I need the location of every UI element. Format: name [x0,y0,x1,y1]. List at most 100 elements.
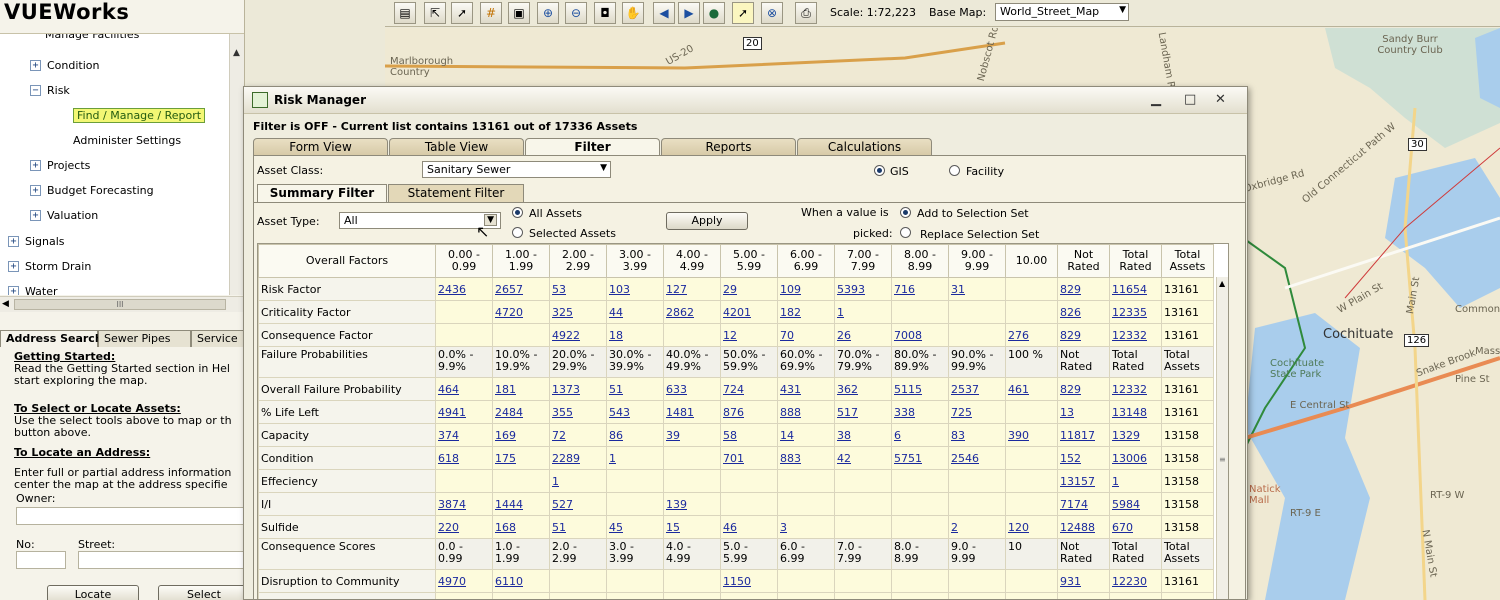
count-link[interactable]: 2289 [552,452,580,465]
apply-button[interactable]: Apply [666,212,748,230]
count-link[interactable]: 1150 [723,575,751,588]
count-link[interactable]: 11817 [1060,429,1095,442]
expand-icon[interactable]: + [30,59,41,71]
count-link[interactable]: 6 [894,429,901,442]
tab-table-view[interactable]: Table View [389,138,524,156]
count-link[interactable]: 31 [951,283,965,296]
selected-assets-radio[interactable] [512,227,523,238]
tree-item-valuation[interactable]: + Valuation [30,205,98,225]
count-link[interactable]: 2862 [666,306,694,319]
grid-icon[interactable]: # [480,2,502,24]
subtab-statement-filter[interactable]: Statement Filter [388,184,524,202]
count-link[interactable]: 4941 [438,406,466,419]
maximize-icon[interactable]: □ [1184,92,1196,107]
count-link[interactable]: 103 [609,283,630,296]
tree-item-risk[interactable]: − Risk [30,80,70,100]
count-link[interactable]: 888 [780,406,801,419]
scroll-thumb[interactable]: III [14,299,226,310]
scroll-up-icon[interactable]: ▲ [233,48,240,58]
count-link[interactable]: 45 [609,521,623,534]
tab-reports[interactable]: Reports [661,138,796,156]
tree-item-signals[interactable]: + Signals [8,231,65,251]
basemap-select[interactable]: World_Street_Map ▼ [995,3,1129,21]
tree-item-projects[interactable]: + Projects [30,155,90,175]
count-link[interactable]: 362 [837,383,858,396]
minimize-icon[interactable]: ▁ [1151,92,1161,107]
globe-icon[interactable]: ● [703,2,725,24]
count-link[interactable]: 633 [666,383,687,396]
count-link[interactable]: 4720 [495,306,523,319]
count-link[interactable]: 5984 [1112,498,1140,511]
tree-item-manage-facilities[interactable]: Manage Facilities [30,34,139,44]
full-extent-icon[interactable]: ◘ [594,2,616,24]
count-link[interactable]: 1329 [1112,429,1140,442]
tab-calculations[interactable]: Calculations [797,138,932,156]
count-link[interactable]: 120 [1008,521,1029,534]
scroll-up-icon[interactable]: ▲ [1219,279,1225,288]
count-link[interactable]: 1 [1112,475,1119,488]
count-link[interactable]: 46 [723,521,737,534]
select-pointer-icon[interactable]: ➚ [451,2,473,24]
count-link[interactable]: 276 [1008,329,1029,342]
count-link[interactable]: 670 [1112,521,1133,534]
count-link[interactable]: 390 [1008,429,1029,442]
count-link[interactable]: 15 [666,521,680,534]
count-link[interactable]: 543 [609,406,630,419]
count-link[interactable]: 716 [894,283,915,296]
count-link[interactable]: 2 [951,521,958,534]
count-link[interactable]: 883 [780,452,801,465]
count-link[interactable]: 325 [552,306,573,319]
camera-icon[interactable]: ▣ [508,2,530,24]
count-link[interactable]: 83 [951,429,965,442]
count-link[interactable]: 12488 [1060,521,1095,534]
select-button[interactable]: Select [158,585,244,600]
count-link[interactable]: 725 [951,406,972,419]
expand-icon[interactable]: + [30,184,41,196]
street-input[interactable] [78,551,244,569]
tree-horizontal-scrollbar[interactable]: ◀ III [0,296,244,312]
count-link[interactable]: 829 [1060,283,1081,296]
count-link[interactable]: 12230 [1112,575,1147,588]
gis-radio[interactable] [874,165,885,176]
count-link[interactable]: 3 [780,521,787,534]
facility-radio[interactable] [949,165,960,176]
count-link[interactable]: 876 [723,406,744,419]
count-link[interactable]: 152 [1060,452,1081,465]
pan-hand-icon[interactable]: ✋ [622,2,644,24]
count-link[interactable]: 109 [780,283,801,296]
count-link[interactable]: 1373 [552,383,580,396]
print-icon[interactable]: ⎙ [795,2,817,24]
tree-item-administer-settings[interactable]: Administer Settings [58,130,181,150]
count-link[interactable]: 431 [780,383,801,396]
count-link[interactable]: 12 [723,329,737,342]
count-link[interactable]: 829 [1060,383,1081,396]
tab-service[interactable]: Service [191,330,244,347]
count-link[interactable]: 618 [438,452,459,465]
zoom-select-icon[interactable]: ⊗ [761,2,783,24]
layers-tool-icon[interactable]: ▤ [394,2,416,24]
tab-address-search[interactable]: Address Search [0,330,103,347]
tree-item-budget-forecasting[interactable]: + Budget Forecasting [30,180,154,200]
count-link[interactable]: 51 [552,521,566,534]
expand-icon[interactable]: + [8,235,19,247]
add-to-selection-radio[interactable] [900,207,911,218]
count-link[interactable]: 169 [495,429,516,442]
locate-button[interactable]: Locate [47,585,139,600]
count-link[interactable]: 5393 [837,283,865,296]
count-link[interactable]: 5751 [894,452,922,465]
count-link[interactable]: 70 [780,329,794,342]
count-link[interactable]: 2484 [495,406,523,419]
count-link[interactable]: 13157 [1060,475,1095,488]
count-link[interactable]: 1 [552,475,559,488]
collapse-icon[interactable]: − [30,84,41,96]
count-link[interactable]: 2546 [951,452,979,465]
count-link[interactable]: 18 [609,329,623,342]
window-titlebar[interactable]: Risk Manager ▁ □ ✕ [244,87,1247,114]
count-link[interactable]: 4970 [438,575,466,588]
count-link[interactable]: 72 [552,429,566,442]
count-link[interactable]: 13148 [1112,406,1147,419]
tree-item-water[interactable]: + Water [8,281,58,295]
count-link[interactable]: 1444 [495,498,523,511]
close-icon[interactable]: ✕ [1215,92,1226,107]
count-link[interactable]: 1 [837,306,844,319]
